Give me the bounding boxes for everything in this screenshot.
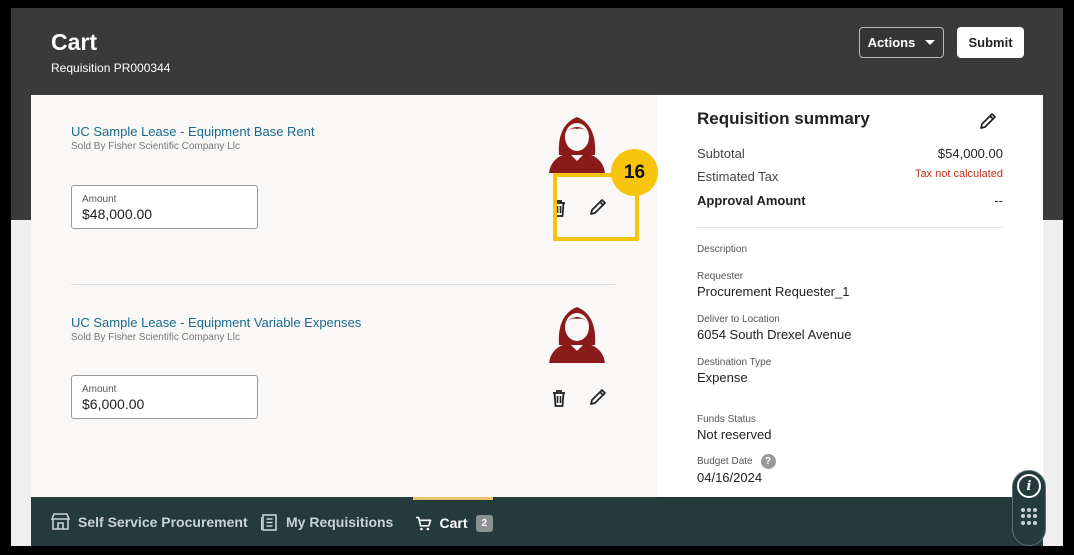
requester-avatar-icon — [549, 307, 605, 363]
amount-value: $48,000.00 — [82, 206, 153, 222]
caret-down-icon — [925, 40, 936, 45]
delete-icon[interactable] — [548, 387, 570, 409]
description-label: Description — [697, 244, 748, 255]
requester-label: Requester — [697, 271, 744, 282]
funds-status-value: Not reserved — [697, 427, 772, 442]
edit-pencil-icon[interactable] — [587, 386, 609, 408]
floating-help-launcher[interactable]: i — [1012, 470, 1046, 546]
amount-label: Amount — [82, 194, 117, 205]
funds-status-label: Funds Status — [697, 414, 756, 425]
nav-cart-label: Cart — [439, 515, 468, 531]
budget-date-value: 04/16/2024 — [697, 470, 763, 485]
requester-avatar-icon — [549, 117, 605, 173]
info-icon[interactable]: i — [1017, 474, 1041, 498]
deliver-to-location-label: Deliver to Location — [697, 314, 780, 325]
app-grid-icon[interactable] — [1021, 508, 1038, 525]
actions-button-label: Actions — [867, 35, 916, 50]
line-item-title-link[interactable]: UC Sample Lease - Equipment Variable Exp… — [71, 315, 361, 330]
deliver-to-location-value: 6054 South Drexel Avenue — [697, 327, 852, 342]
line-item-seller: Sold By Fisher Scientific Company Llc — [71, 141, 240, 152]
requester-value: Procurement Requester_1 — [697, 284, 850, 299]
line-divider — [71, 284, 616, 285]
amount-label: Amount — [82, 384, 117, 395]
amount-field[interactable]: Amount $48,000.00 — [71, 185, 258, 229]
amount-value: $6,000.00 — [82, 396, 145, 412]
actions-menu-button[interactable]: Actions — [859, 27, 944, 58]
budget-date-label: Budget Date? — [697, 454, 776, 469]
cart-icon — [415, 516, 432, 530]
nav-my-requisitions-label: My Requisitions — [286, 513, 394, 530]
submit-button[interactable]: Submit — [957, 27, 1024, 58]
store-icon — [51, 513, 70, 530]
summary-title: Requisition summary — [697, 109, 870, 128]
approval-amount-value: -- — [994, 193, 1003, 208]
app-window: Cart Requisition PR000344 Actions Submit… — [11, 8, 1063, 546]
subtotal-value: $54,000.00 — [937, 146, 1003, 161]
nav-self-service-procurement[interactable]: Self Service Procurement — [51, 497, 248, 546]
help-icon[interactable]: ? — [760, 454, 776, 469]
requisition-summary-panel: Requisition summary Subtotal $54,000.00 … — [657, 95, 1043, 505]
requisition-number: Requisition PR000344 — [51, 61, 171, 75]
cart-lines-panel: UC Sample Lease - Equipment Base Rent So… — [31, 95, 657, 505]
line-item-title-link[interactable]: UC Sample Lease - Equipment Base Rent — [71, 124, 315, 139]
estimated-tax-label: Estimated Tax — [697, 169, 779, 184]
nav-self-service-label: Self Service Procurement — [78, 513, 248, 530]
amount-field[interactable]: Amount $6,000.00 — [71, 375, 258, 419]
destination-type-value: Expense — [697, 370, 748, 385]
budget-date-label-text: Budget Date — [697, 456, 753, 468]
bottom-navigation-bar: Self Service Procurement My Requisitions… — [31, 497, 1043, 546]
clipboard-list-icon — [261, 513, 277, 531]
approval-amount-label: Approval Amount — [697, 193, 806, 208]
nav-my-requisitions[interactable]: My Requisitions — [261, 497, 393, 546]
subtotal-label: Subtotal — [697, 146, 745, 161]
tutorial-step-badge: 16 — [611, 149, 658, 196]
nav-cart[interactable]: Cart 2 — [413, 497, 493, 546]
line-item-seller: Sold By Fisher Scientific Company Llc — [71, 332, 240, 343]
summary-divider — [697, 227, 1003, 228]
edit-summary-pencil-icon[interactable] — [977, 110, 999, 132]
destination-type-label: Destination Type — [697, 357, 772, 368]
estimated-tax-value: Tax not calculated — [914, 168, 1003, 180]
page-title: Cart — [51, 29, 98, 55]
cart-count-badge: 2 — [475, 514, 493, 532]
